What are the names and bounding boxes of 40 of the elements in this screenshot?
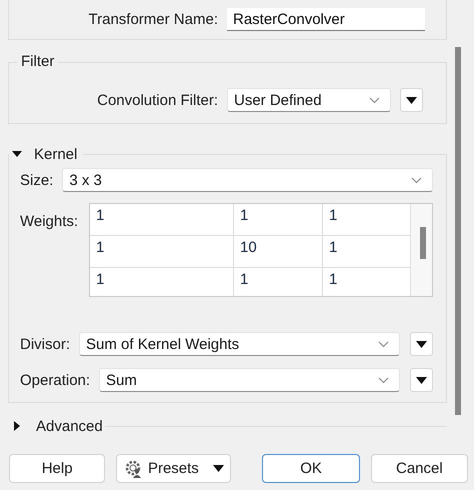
scrollbar-thumb[interactable]: [420, 227, 426, 259]
table-cell[interactable]: 1: [323, 268, 410, 296]
section-title[interactable]: Kernel: [34, 146, 78, 162]
field-label: Size:: [20, 172, 54, 188]
name-field[interactable]: RasterConvolver: [227, 8, 425, 31]
table-cell[interactable]: 1: [323, 204, 410, 235]
menu-button[interactable]: [410, 332, 433, 356]
field-label: Transformer Name:: [88, 11, 219, 28]
field-label: Divisor:: [20, 336, 70, 352]
table-cell[interactable]: 1: [323, 236, 410, 267]
chevron-icon: [369, 96, 380, 104]
cancel-button[interactable]: Cancel: [370, 454, 468, 483]
field-label: Weights:: [20, 213, 78, 230]
table-cell[interactable]: 1: [90, 268, 233, 296]
triangle-icon: [416, 376, 427, 384]
triangle-icon: [416, 340, 427, 348]
scrollbar-thumb[interactable]: [455, 47, 461, 415]
help-button[interactable]: Help: [9, 454, 106, 483]
triangle-icon: [212, 465, 224, 472]
chevron-icon: [411, 176, 422, 184]
table-cell[interactable]: 1: [234, 204, 322, 235]
dropdown[interactable]: User Defined: [227, 88, 391, 112]
section-title[interactable]: Advanced: [36, 418, 103, 434]
table-cell[interactable]: 1: [234, 268, 322, 296]
ok-button[interactable]: OK: [262, 454, 360, 483]
table-cell[interactable]: 10: [234, 236, 322, 267]
presets-button[interactable]: Presets: [116, 454, 232, 483]
triangle-icon: [406, 96, 417, 104]
menu-button[interactable]: [400, 88, 423, 112]
dropdown[interactable]: Sum of Kernel Weights: [79, 332, 400, 356]
menu-button[interactable]: [410, 368, 433, 392]
field-label: Convolution Filter:: [96, 92, 219, 108]
field-label: Operation:: [20, 372, 90, 388]
table-cell[interactable]: 1: [90, 236, 233, 267]
gear-person-icon: [124, 458, 144, 478]
chevron-icon: [378, 376, 389, 384]
dropdown[interactable]: 3 x 3: [62, 168, 433, 192]
chevron-icon: [378, 340, 389, 348]
dropdown[interactable]: Sum: [99, 368, 400, 392]
table-cell[interactable]: 1: [90, 204, 233, 235]
